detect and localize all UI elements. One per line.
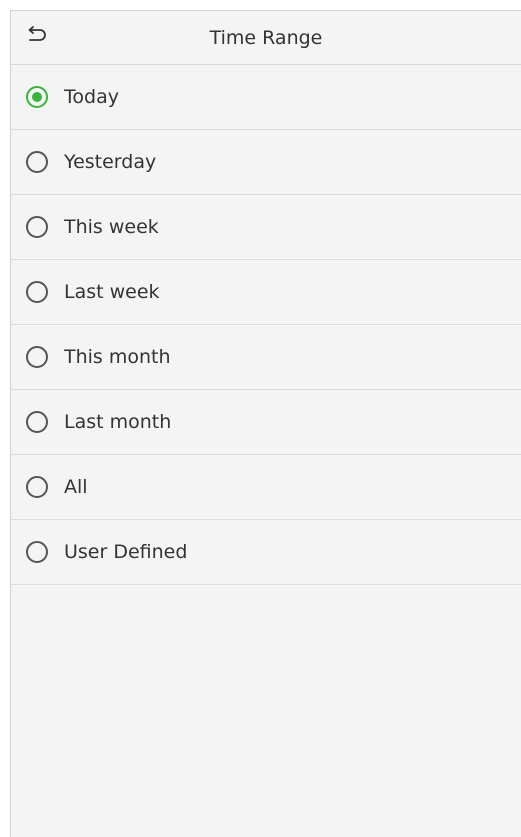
header-bar: Time Range bbox=[11, 11, 521, 65]
option-label: Today bbox=[64, 85, 119, 108]
option-yesterday[interactable]: Yesterday bbox=[11, 130, 521, 195]
option-this-week[interactable]: This week bbox=[11, 195, 521, 260]
option-last-week[interactable]: Last week bbox=[11, 260, 521, 325]
option-last-month[interactable]: Last month bbox=[11, 390, 521, 455]
option-this-month[interactable]: This month bbox=[11, 325, 521, 390]
radio-button-selected-icon[interactable] bbox=[26, 86, 48, 108]
radio-button-icon[interactable] bbox=[26, 541, 48, 563]
radio-button-icon[interactable] bbox=[26, 281, 48, 303]
screen-frame: Time Range Today Yesterday This week Las… bbox=[10, 10, 521, 837]
radio-button-icon[interactable] bbox=[26, 346, 48, 368]
option-label: This week bbox=[64, 215, 159, 238]
option-label: Last month bbox=[64, 410, 172, 433]
option-all[interactable]: All bbox=[11, 455, 521, 520]
page-title: Time Range bbox=[209, 27, 323, 49]
radio-button-icon[interactable] bbox=[26, 216, 48, 238]
radio-button-icon[interactable] bbox=[26, 411, 48, 433]
option-label: All bbox=[64, 475, 88, 498]
option-today[interactable]: Today bbox=[11, 65, 521, 130]
option-user-defined[interactable]: User Defined bbox=[11, 520, 521, 585]
time-range-options: Today Yesterday This week Last week This… bbox=[11, 65, 521, 585]
option-label: Yesterday bbox=[64, 150, 157, 173]
radio-button-icon[interactable] bbox=[26, 151, 48, 173]
option-label: User Defined bbox=[64, 540, 188, 563]
option-label: This month bbox=[64, 345, 171, 368]
option-label: Last week bbox=[64, 280, 160, 303]
radio-button-icon[interactable] bbox=[26, 476, 48, 498]
